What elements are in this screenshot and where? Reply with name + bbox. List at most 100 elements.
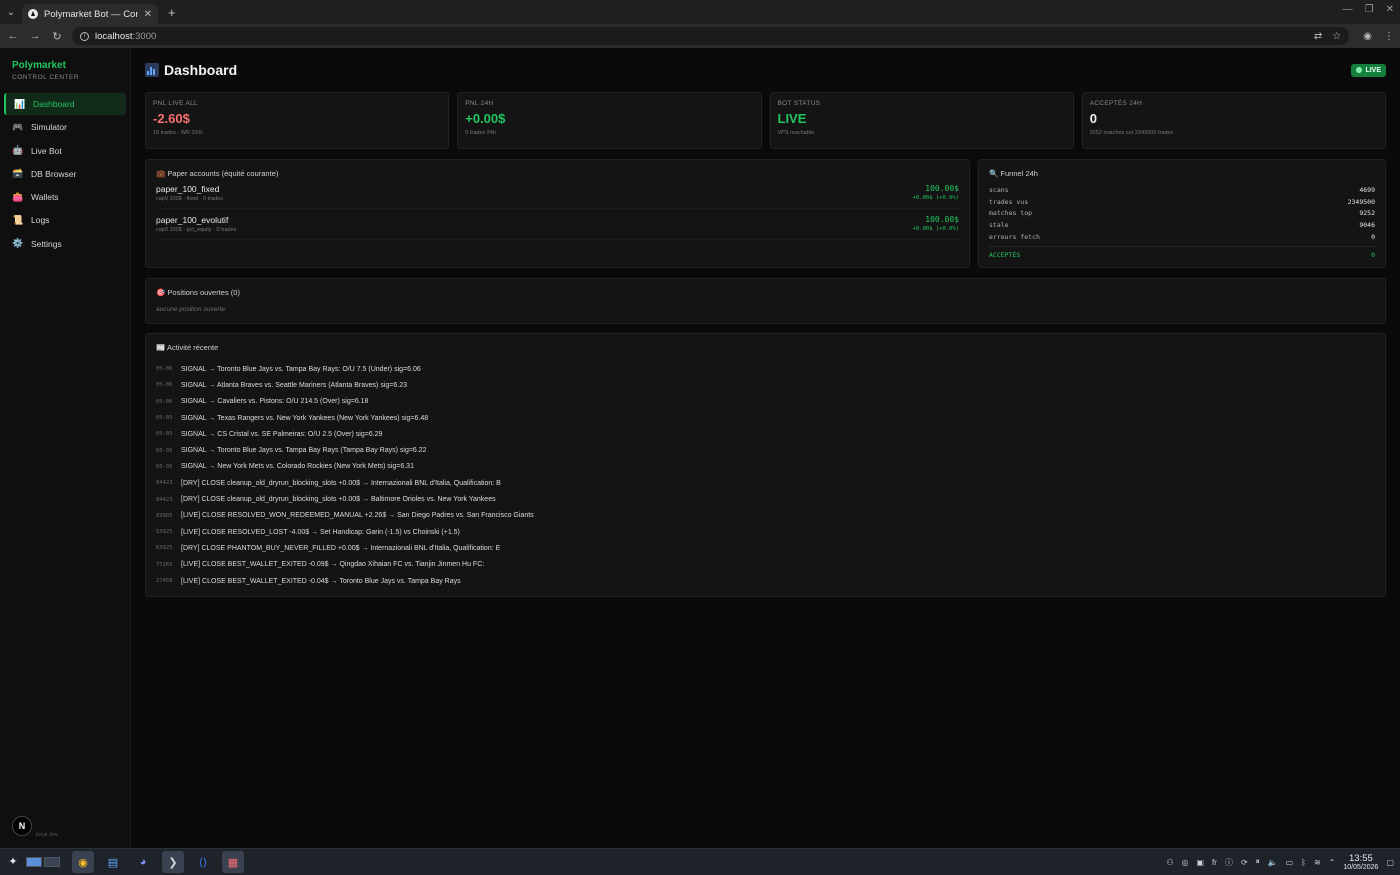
stat-sub: VPS reachable [777, 130, 815, 136]
browser-toolbar: ← → ↻ i localhost:3000 ⇄ ☆ ◉ ⋮ [0, 24, 1400, 48]
network-icon[interactable]: ⚇ [1166, 858, 1173, 867]
activity-id: 05-06 [156, 382, 173, 389]
stat-label: PNL 24H [465, 100, 494, 107]
activity-id: 05-05 [156, 463, 173, 470]
funnel-label: stale [989, 220, 1009, 229]
funnel-row: stale 9046 [989, 219, 1375, 231]
stat-value: LIVE [777, 111, 807, 126]
window-controls: — ❐ ✕ [1343, 4, 1394, 15]
activity-row: 05-06 SIGNAL → Atlanta Braves vs. Seattle… [156, 377, 1375, 393]
funnel-value: 4699 [1359, 185, 1375, 194]
clock[interactable]: 13:55 10/05/2026 [1343, 853, 1378, 871]
discord-icon[interactable]: ◕ [132, 851, 154, 873]
chrome-icon[interactable]: ◉ [72, 851, 94, 873]
browser-tab[interactable]: Polymarket Bot — Control C ✕ [22, 4, 158, 24]
sidebar-item-logs[interactable]: 📜 Logs [4, 209, 126, 231]
panel-title: 🎯 Positions ouvertes (0) [156, 288, 240, 297]
page-title-text: Dashboard [164, 62, 238, 78]
paper-account-change: +0.00$ (+0.0%) [912, 226, 959, 232]
browser-menu-icon[interactable]: ⋮ [1384, 31, 1394, 42]
paper-account-row[interactable]: paper_100_fixed cap0 100$ · fixed · 0 tr… [156, 178, 959, 209]
bluetooth-icon[interactable]: ᛒ [1301, 858, 1306, 867]
sidebar-item-dashboard[interactable]: 📊 Dashboard [4, 93, 126, 115]
tray-expand-icon[interactable]: ⌃ [1329, 858, 1336, 867]
tab-search-icon[interactable]: ⌄ [0, 0, 22, 24]
funnel-label: scans [989, 185, 1009, 194]
activity-text: [LIVE] CLOSE RESOLVED_LOST -4.00$ → Set … [181, 528, 460, 536]
sync-icon[interactable]: ⟳ [1241, 858, 1248, 867]
close-window-icon[interactable]: ✕ [1386, 4, 1394, 15]
restore-icon[interactable]: ❐ [1365, 4, 1374, 15]
minimize-icon[interactable]: — [1343, 4, 1353, 15]
new-tab-icon[interactable]: + [168, 5, 176, 20]
funnel-value: 9046 [1359, 220, 1375, 229]
virtual-desktops[interactable] [26, 857, 60, 867]
sidebar-item-label: DB Browser [31, 168, 77, 179]
activity-row: 53925 [LIVE] CLOSE RESOLVED_LOST -4.00$ →… [156, 524, 1375, 540]
sidebar-item-simulator[interactable]: 🎮 Simulator [4, 116, 126, 138]
activity-row: 05-06 SIGNAL → Toronto Blue Jays vs. Tamp… [156, 361, 1375, 377]
back-icon[interactable]: ← [6, 30, 20, 42]
sidebar-item-db-browser[interactable]: 🗃️ DB Browser [4, 163, 126, 185]
activity-text: SIGNAL → Toronto Blue Jays vs. Tampa Bay… [181, 365, 421, 373]
sidebar-item-label: Simulator [31, 122, 67, 133]
tab-close-icon[interactable]: ✕ [144, 9, 152, 20]
sidebar-item-wallets[interactable]: 👛 Wallets [4, 186, 126, 208]
stat-label: PNL LIVE ALL [153, 100, 198, 107]
terminal-icon[interactable]: ❯ [162, 851, 184, 873]
funnel-row: erreurs fetch 0 [989, 231, 1375, 243]
activity-text: SIGNAL → Toronto Blue Jays vs. Tampa Bay… [181, 447, 427, 455]
vscode-icon[interactable]: ⟨⟩ [192, 851, 214, 873]
live-badge-label: LIVE [1365, 66, 1381, 74]
address-bar[interactable]: i localhost:3000 ⇄ ☆ [72, 27, 1350, 45]
keyboard-layout-label[interactable]: fr [1212, 858, 1217, 867]
bookmark-star-icon[interactable]: ☆ [1332, 31, 1341, 42]
url-host: localhost [95, 30, 133, 42]
show-desktop-icon[interactable]: ▢ [1386, 858, 1394, 867]
system-monitor-icon[interactable]: ▦ [222, 851, 244, 873]
activity-row: 05-05 SIGNAL → Texas Rangers vs. New York… [156, 410, 1375, 426]
stat-value: -2.60$ [153, 111, 190, 126]
nextjs-dev-badge[interactable]: N [12, 816, 32, 836]
forward-icon[interactable]: → [28, 30, 42, 42]
app-launcher-icon[interactable]: ✦ [6, 855, 20, 869]
translate-icon[interactable]: ⇄ [1314, 31, 1322, 42]
paper-account-change: +0.00$ (+0.0%) [912, 195, 959, 201]
speaker-icon[interactable]: 🔈 [1268, 858, 1278, 867]
sidebar-item-live-bot[interactable]: 🤖 Live Bot [4, 140, 126, 162]
paper-account-name: paper_100_fixed [156, 184, 220, 194]
funnel-total: ACCEPTÉS 0 [989, 246, 1375, 259]
desktop-1[interactable] [26, 857, 42, 867]
paper-account-equity: 100.00$ [925, 215, 959, 224]
bar-chart-icon [145, 63, 159, 77]
paper-account-row[interactable]: paper_100_evolutif cap0 100$ · pct_equit… [156, 209, 959, 240]
activity-row: 63925 [DRY] CLOSE PHANTOM_BUY_NEVER_FILLE… [156, 540, 1375, 556]
wifi-icon[interactable]: ≋ [1314, 858, 1321, 867]
activity-id: 05-05 [156, 447, 173, 454]
file-manager-icon[interactable]: ▤ [102, 851, 124, 873]
stat-card-pnl-24h: PNL 24H +0.00$ 0 trades 24h [457, 92, 762, 149]
activity-row: 05-05 SIGNAL → CS Cristal vs. SE Palmeira… [156, 426, 1375, 442]
activity-text: [LIVE] CLOSE BEST_WALLET_EXITED -0.09$ →… [181, 561, 485, 569]
url-port: :3000 [132, 30, 157, 42]
stat-value: 0 [1089, 111, 1097, 126]
live-status-badge: LIVE [1351, 63, 1386, 77]
app-root: Polymarket CONTROL CENTER 📊 Dashboard 🎮 … [0, 48, 1400, 848]
funnel-list: scans 4699 trades vus 2349500 matches top 9… [989, 184, 1375, 242]
reload-icon[interactable]: ↻ [50, 30, 64, 43]
activity-row: 05-05 SIGNAL → Toronto Blue Jays vs. Tamp… [156, 442, 1375, 458]
desktop-2[interactable] [44, 857, 60, 867]
activity-id: 05-05 [156, 415, 173, 422]
site-info-icon[interactable]: i [80, 31, 89, 41]
profile-icon[interactable]: ◉ [1363, 31, 1372, 42]
activity-row: 83905 [LIVE] CLOSE RESOLVED_WON_REDEEMED_… [156, 508, 1375, 524]
notifications-icon[interactable]: ◎ [1182, 858, 1189, 867]
sidebar-item-settings[interactable]: ⚙️ Settings [4, 233, 126, 255]
battery-icon[interactable]: ▭ [1286, 858, 1294, 867]
clipboard-icon[interactable]: ▣ [1196, 858, 1204, 867]
stat-sub: 15 trades · WR 33% [153, 130, 203, 136]
positions-empty-state: aucune position ouverte [156, 306, 226, 313]
pause-icon[interactable]: ⏸ [1256, 857, 1260, 867]
info-icon[interactable]: ⓘ [1225, 857, 1233, 868]
gear-icon: ⚙️ [12, 238, 24, 249]
